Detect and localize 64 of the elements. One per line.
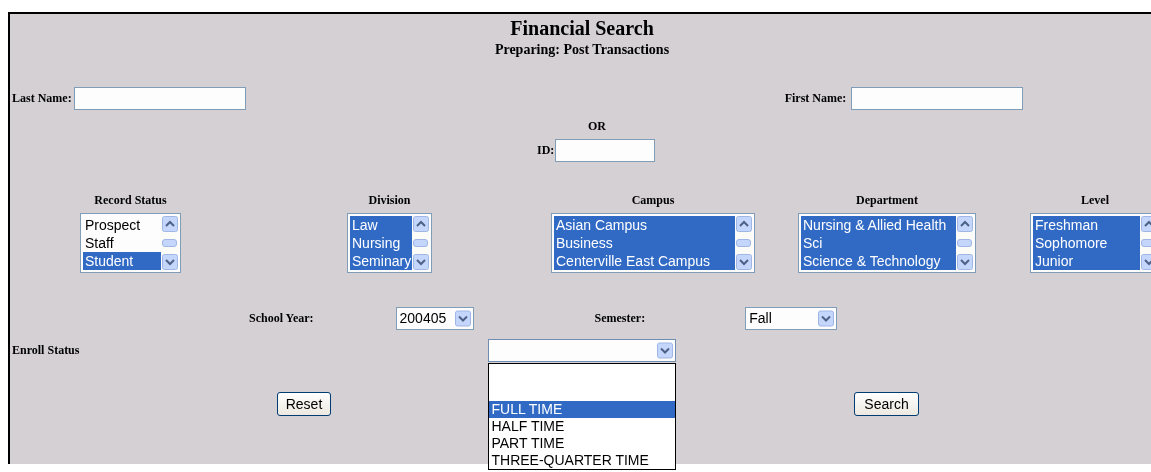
list-option[interactable]: Science & Technology bbox=[801, 252, 956, 270]
list-option[interactable]: Law bbox=[350, 216, 412, 234]
list-option[interactable]: Centerville East Campus bbox=[554, 252, 735, 270]
enroll-status-label: Enroll Status bbox=[12, 342, 80, 358]
list-option[interactable]: Prospect bbox=[83, 216, 161, 234]
list-option[interactable]: Nursing & Allied Health bbox=[801, 216, 956, 234]
dropdown-option[interactable]: FULL TIME bbox=[489, 400, 676, 418]
school-year-label: School Year: bbox=[249, 310, 314, 326]
scroll-up-icon[interactable] bbox=[956, 216, 973, 232]
last-name-label: Last Name: bbox=[12, 90, 72, 106]
id-label: ID: bbox=[537, 143, 555, 158]
scroll-up-icon[interactable] bbox=[161, 216, 178, 232]
list-option[interactable]: Staff bbox=[83, 234, 161, 252]
list-option[interactable]: Junior bbox=[1033, 252, 1140, 270]
id-field[interactable] bbox=[555, 139, 656, 162]
page-title: Financial Search bbox=[509, 16, 655, 40]
scrollbar[interactable] bbox=[161, 216, 178, 270]
list-box[interactable]: Prospect Staff Student bbox=[80, 213, 181, 273]
last-name-field[interactable] bbox=[73, 86, 246, 110]
scrollbar[interactable] bbox=[735, 216, 752, 270]
semester-label: Semester: bbox=[594, 310, 646, 326]
list-box[interactable]: Law Nursing Seminary bbox=[347, 213, 432, 273]
scroll-down-icon[interactable] bbox=[412, 254, 429, 270]
dropdown-option[interactable]: PART TIME bbox=[489, 434, 676, 452]
semester-dropdown[interactable]: Fall bbox=[745, 306, 838, 330]
first-name-field[interactable] bbox=[851, 86, 1024, 110]
list-option[interactable]: Freshman bbox=[1033, 216, 1140, 234]
list-heading: Division bbox=[368, 193, 411, 207]
scrollbar[interactable] bbox=[956, 216, 973, 270]
scrollbar[interactable] bbox=[412, 216, 429, 270]
list-box[interactable]: Asian Campus Business Centerville East Campus bbox=[551, 213, 755, 273]
list-heading: Campus bbox=[631, 193, 675, 207]
scroll-thumb[interactable] bbox=[162, 239, 177, 247]
list-heading: Record Status bbox=[94, 193, 167, 207]
list-option[interactable]: Business bbox=[554, 234, 735, 252]
scroll-thumb[interactable] bbox=[413, 239, 428, 247]
scroll-down-icon[interactable] bbox=[956, 254, 973, 270]
list-box[interactable]: Freshman Sophomore Junior bbox=[1030, 213, 1151, 273]
list-option[interactable]: Asian Campus bbox=[554, 216, 735, 234]
scroll-thumb[interactable] bbox=[736, 239, 751, 247]
chevron-down-icon bbox=[454, 309, 471, 327]
list-heading: Department bbox=[856, 193, 918, 207]
list-option[interactable]: Sci bbox=[801, 234, 956, 252]
reset-button[interactable]: Reset bbox=[277, 392, 331, 416]
or-label: OR bbox=[588, 119, 606, 133]
list-option[interactable]: Student bbox=[83, 252, 161, 270]
page-subtitle: Preparing: Post Transactions bbox=[493, 41, 671, 59]
chevron-down-icon bbox=[657, 341, 674, 359]
chevron-down-icon bbox=[818, 309, 835, 327]
list-heading: Level bbox=[1081, 193, 1109, 207]
scroll-up-icon[interactable] bbox=[735, 216, 752, 232]
list-option[interactable]: Seminary bbox=[350, 252, 412, 270]
list-option[interactable]: Sophomore bbox=[1033, 234, 1140, 252]
scroll-thumb[interactable] bbox=[957, 239, 972, 247]
first-name-label: First Name: bbox=[784, 90, 847, 106]
list-option[interactable]: Nursing bbox=[350, 234, 412, 252]
scroll-up-icon[interactable] bbox=[412, 216, 429, 232]
school-year-dropdown[interactable]: 200405 bbox=[395, 306, 474, 330]
scroll-down-icon[interactable] bbox=[735, 254, 752, 270]
dropdown-option[interactable]: THREE-QUARTER TIME bbox=[489, 451, 676, 469]
dropdown-option[interactable]: HALF TIME bbox=[489, 417, 676, 435]
scroll-down-icon[interactable] bbox=[161, 254, 178, 270]
search-button[interactable]: Search bbox=[854, 392, 919, 416]
list-box[interactable]: Nursing & Allied Health Sci Science & Technology bbox=[798, 213, 976, 273]
